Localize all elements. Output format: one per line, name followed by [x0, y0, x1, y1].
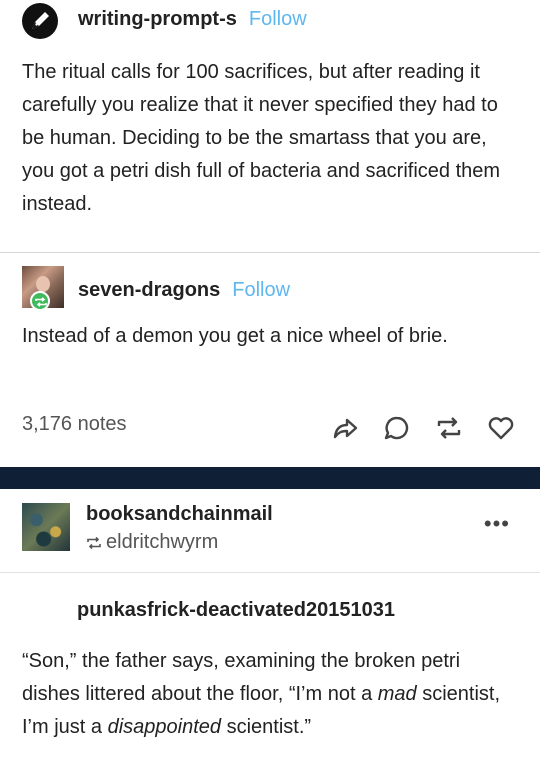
reblog-small-icon [87, 536, 101, 550]
reply-icon[interactable] [382, 413, 412, 443]
post-actions [330, 413, 516, 443]
share-icon[interactable] [330, 413, 360, 443]
heart-icon[interactable] [486, 413, 516, 443]
quoted-username[interactable]: punkasfrick-deactivated20151031 [77, 599, 395, 622]
post-seven-dragons: seven-dragons Follow Instead of a demon y… [0, 253, 540, 467]
post-header-seven-dragons: seven-dragons Follow [78, 279, 290, 302]
follow-button-writing-prompt[interactable]: Follow [249, 8, 307, 30]
divider [0, 572, 540, 573]
post-body-booksandchainmail: “Son,” the father says, examining the br… [22, 645, 522, 744]
avatar-booksandchainmail[interactable] [22, 503, 70, 551]
reblog-badge-icon [30, 291, 50, 311]
reblogged-from: eldritchwyrm [86, 531, 218, 554]
avatar-writing-prompt[interactable] [22, 3, 58, 39]
body-text: scientist.” [221, 716, 312, 738]
post-body-seven-dragons: Instead of a demon you get a nice wheel … [22, 325, 448, 347]
username-seven-dragons[interactable]: seven-dragons [78, 279, 220, 301]
avatar-face [36, 276, 50, 292]
reblogged-from-username[interactable]: eldritchwyrm [106, 531, 218, 553]
username-writing-prompt[interactable]: writing-prompt-s [78, 8, 237, 30]
username-booksandchainmail[interactable]: booksandchainmail [86, 503, 273, 526]
post-body-writing-prompt: The ritual calls for 100 sacrifices, but… [22, 61, 501, 215]
more-icon[interactable]: ••• [484, 513, 510, 535]
body-emphasis-mad: mad [377, 683, 417, 705]
follow-button-seven-dragons[interactable]: Follow [232, 279, 290, 301]
notes-count[interactable]: 3,176 notes [22, 413, 127, 436]
pen-icon [32, 12, 49, 29]
reblog-icon[interactable] [434, 413, 464, 443]
post-separator-bar [0, 467, 540, 489]
post-writing-prompt: writing-prompt-s Follow The ritual calls … [0, 0, 540, 252]
body-emphasis-disappointed: disappointed [107, 716, 222, 738]
post-booksandchainmail: booksandchainmail eldritchwyrm ••• punka… [0, 489, 540, 784]
post-header-writing-prompt: writing-prompt-s Follow [78, 8, 307, 31]
